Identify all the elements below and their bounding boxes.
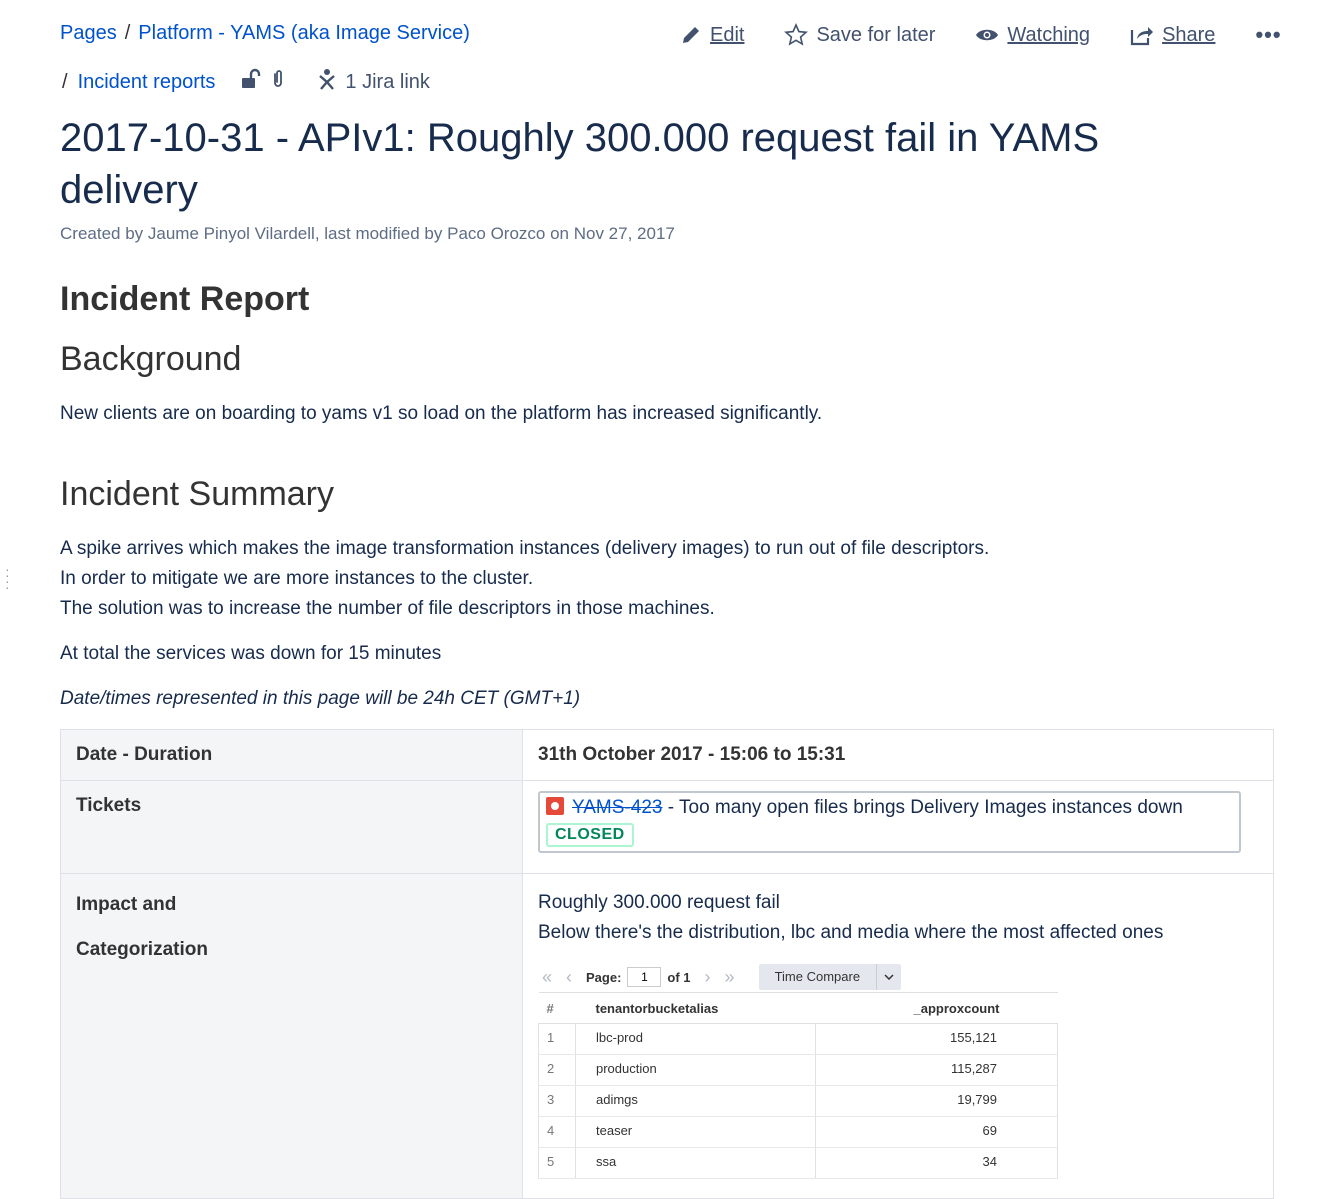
- watching-label: Watching: [1007, 23, 1091, 46]
- row-index: 2: [538, 1054, 576, 1086]
- heading-background: Background: [60, 340, 242, 378]
- heading-incident-report: Incident Report: [60, 280, 310, 318]
- page-actions: Edit Save for later Watching Share •••: [680, 22, 1282, 48]
- eye-icon: [976, 29, 999, 41]
- share-button[interactable]: Share: [1130, 24, 1215, 47]
- row-index: 5: [538, 1147, 576, 1179]
- breadcrumb-space-link[interactable]: Platform - YAMS (aka Image Service): [138, 22, 470, 44]
- page-number-input[interactable]: [627, 967, 662, 987]
- pagination: « ‹ Page: of 1 › »: [538, 967, 749, 988]
- last-page-icon[interactable]: »: [725, 967, 735, 988]
- info-row-date: Date - Duration 31th October 2017 - 15:0…: [60, 729, 1274, 781]
- breadcrumb-separator: /: [62, 70, 68, 93]
- summary-line-3: The solution was to increase the number …: [60, 598, 715, 619]
- row-index: 4: [538, 1116, 576, 1148]
- row-tenant: ssa: [574, 1147, 817, 1179]
- edit-button[interactable]: Edit: [680, 24, 744, 47]
- attachment-icon[interactable]: [271, 68, 285, 96]
- pencil-icon: [683, 27, 699, 43]
- total-downtime-text: At total the services was down for 15 mi…: [60, 643, 442, 664]
- prev-page-icon[interactable]: ‹: [566, 967, 572, 988]
- breadcrumb: Pages / Platform - YAMS (aka Image Service…: [60, 22, 470, 45]
- heading-incident-summary: Incident Summary: [60, 475, 334, 513]
- page-count: of 1: [667, 969, 691, 985]
- tickets-label: Tickets: [60, 780, 523, 874]
- column-header-index[interactable]: #: [538, 992, 576, 1024]
- row-count: 69: [815, 1116, 1058, 1148]
- watching-button[interactable]: Watching: [975, 24, 1090, 47]
- date-label: Date - Duration: [60, 729, 523, 781]
- jira-issue-key-link[interactable]: YAMS-423: [572, 797, 662, 818]
- jira-icon[interactable]: [317, 68, 337, 96]
- tickets-cell: YAMS-423 - Too many open files brings De…: [522, 780, 1274, 874]
- jira-issue-card[interactable]: YAMS-423 - Too many open files brings De…: [538, 791, 1241, 853]
- row-index: 1: [538, 1023, 576, 1055]
- first-page-icon[interactable]: «: [542, 967, 552, 988]
- bug-icon: [546, 797, 564, 815]
- report-toolbar: « ‹ Page: of 1 › » Time Compare: [538, 964, 1258, 990]
- time-compare-button[interactable]: Time Compare: [758, 964, 902, 990]
- row-count: 19,799: [815, 1085, 1058, 1117]
- info-row-tickets: Tickets YAMS-423 - Too many open files b…: [60, 780, 1274, 874]
- breadcrumb-pages-link[interactable]: Pages: [60, 22, 117, 44]
- next-page-icon[interactable]: ›: [705, 967, 711, 988]
- page-label: Page:: [586, 969, 622, 985]
- unlock-icon[interactable]: [241, 68, 261, 96]
- table-row: 2 production 115,287: [538, 1054, 1058, 1086]
- row-index: 3: [538, 1085, 576, 1117]
- row-tenant: adimgs: [574, 1085, 817, 1117]
- table-row: 5 ssa 34: [538, 1147, 1058, 1179]
- info-row-impact: Impact and Categorization Roughly 300.00…: [60, 873, 1274, 1199]
- page-byline: Created by Jaume Pinyol Vilardell, last …: [60, 224, 675, 243]
- column-header-tenant[interactable]: tenantorbucketalias: [575, 992, 816, 1024]
- report-table-header: # tenantorbucketalias _approxcount: [538, 992, 1058, 1024]
- drag-handle[interactable]: · · · ·: [5, 562, 10, 594]
- share-label: Share: [1162, 23, 1216, 46]
- star-icon: [784, 23, 809, 46]
- summary-line-2: In order to mitigate we are more instanc…: [60, 568, 534, 589]
- table-row: 3 adimgs 19,799: [538, 1085, 1058, 1117]
- share-icon: [1130, 27, 1154, 46]
- row-tenant: production: [574, 1054, 817, 1086]
- impact-cell: Roughly 300.000 request fail Below there…: [522, 873, 1274, 1199]
- timezone-note: Date/times represented in this page will…: [60, 688, 581, 709]
- row-tenant: teaser: [574, 1116, 817, 1148]
- impact-line-2: Below there's the distribution, lbc and …: [538, 922, 1164, 943]
- jira-link-count[interactable]: 1 Jira link: [345, 71, 429, 94]
- impact-label-line-2: Categorization: [76, 939, 208, 960]
- jira-issue-summary: - Too many open files brings Delivery Im…: [662, 797, 1183, 818]
- row-tenant: lbc-prod: [574, 1023, 817, 1055]
- chevron-down-icon[interactable]: [876, 964, 901, 990]
- row-count: 34: [815, 1147, 1058, 1179]
- incident-info-table: Date - Duration 31th October 2017 - 15:0…: [60, 729, 1274, 1199]
- edit-label: Edit: [710, 23, 745, 46]
- table-row: 4 teaser 69: [538, 1116, 1058, 1148]
- page-title: 2017-10-31 - APIv1: Roughly 300.000 requ…: [60, 116, 1100, 212]
- row-count: 115,287: [815, 1054, 1058, 1086]
- summary-line-1: A spike arrives which makes the image tr…: [60, 538, 990, 559]
- breadcrumb-separator: /: [124, 22, 131, 44]
- report-table: # tenantorbucketalias _approxcount 1 lbc…: [538, 992, 1058, 1179]
- breadcrumb-parent-link[interactable]: Incident reports: [78, 71, 216, 94]
- background-text: New clients are on boarding to yams v1 s…: [60, 403, 823, 424]
- table-row: 1 lbc-prod 155,121: [538, 1023, 1058, 1055]
- column-header-count[interactable]: _approxcount: [815, 992, 1058, 1024]
- breadcrumb-secondary: / Incident reports 1 Jira link: [60, 68, 430, 96]
- time-compare-label: Time Compare: [774, 969, 861, 984]
- impact-label-line-1: Impact and: [76, 894, 177, 915]
- impact-line-1: Roughly 300.000 request fail: [538, 892, 780, 913]
- save-for-later-button[interactable]: Save for later: [784, 23, 935, 47]
- row-count: 155,121: [815, 1023, 1058, 1055]
- more-actions-button[interactable]: •••: [1255, 22, 1281, 48]
- status-badge: CLOSED: [546, 823, 634, 847]
- save-for-later-label: Save for later: [816, 23, 936, 46]
- impact-label: Impact and Categorization: [60, 873, 523, 1199]
- date-value: 31th October 2017 - 15:06 to 15:31: [522, 729, 1274, 781]
